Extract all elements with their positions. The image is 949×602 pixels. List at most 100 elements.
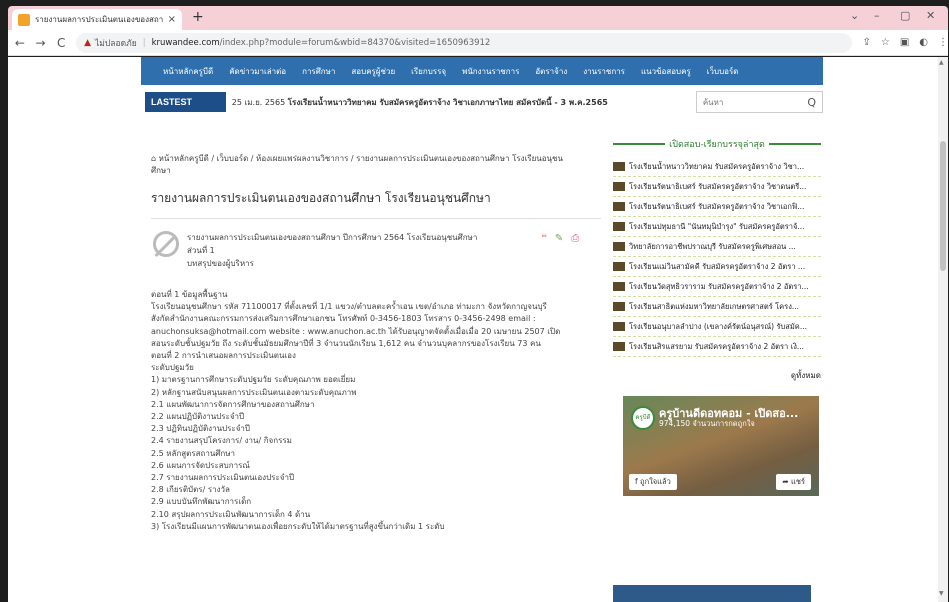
close-window-button[interactable]: ✕	[926, 9, 935, 22]
site-favicon-icon	[18, 13, 30, 26]
new-tab-button[interactable]: +	[192, 9, 204, 25]
post-line: 2.5 หลักสูตรสถานศึกษา	[151, 448, 236, 458]
post-actions: ❝ ✎ ⎙	[541, 233, 579, 244]
post-body: ตอนที่ 1 ข้อมูลพื้นฐาน โรงเรียนอนุชนศึกษ…	[151, 289, 601, 533]
post-line: 2.10 สรุปผลการประเมินพัฒนาการเด็ก 4 ด้าน	[151, 509, 311, 519]
thumbnail-icon	[613, 342, 625, 351]
menu-item-exam[interactable]: สอบครูผู้ช่วย	[343, 65, 403, 78]
browser-menu-icon[interactable]: ⋮	[938, 37, 948, 48]
latest-news-badge: LASTEST NEWS	[145, 92, 226, 127]
menu-item-education[interactable]: การศึกษา	[294, 65, 343, 78]
post-line: ตอนที่ 1 ข้อมูลพื้นฐาน	[151, 290, 228, 299]
menu-item-placement[interactable]: เรียกบรรจุ	[403, 65, 454, 78]
tab-title: รายงานผลการประเมินตนเองของสถาน	[35, 15, 163, 24]
menu-item-govt-jobs[interactable]: งานราชการ	[575, 65, 633, 78]
thumbnail-icon	[613, 162, 625, 171]
post-line: ระดับปฐมวัย	[151, 363, 194, 373]
search-input[interactable]	[702, 97, 803, 107]
breadcrumb-line[interactable]: ⌂ หน้าหลักครูบีดี / เว็บบอร์ด / ห้องเผยแ…	[151, 153, 601, 165]
list-item[interactable]: โรงเรียนรัตนาธิเบศร์ รับสมัครครูอัตราจ้า…	[613, 177, 821, 197]
warning-icon[interactable]: ▲	[84, 38, 91, 48]
menu-item-exam-guide[interactable]: แนวข้อสอบครู	[633, 65, 699, 78]
facebook-page-widget[interactable]: ครูบีดี ครูบ้านดีดอทคอม - เปิดสอ... 974,…	[623, 396, 819, 496]
list-item-label: โรงเรียนอนุบาลลำปาง (เขลางค์รัตน์อนุสรณ์…	[629, 321, 807, 331]
main-content: ⌂ หน้าหลักครูบีดี / เว็บบอร์ด / ห้องเผยแ…	[151, 153, 601, 531]
share-icon[interactable]: ⇪	[862, 37, 870, 48]
list-item[interactable]: โรงเรียนอนุบาลลำปาง (เขลางค์รัตน์อนุสรณ์…	[613, 317, 821, 337]
thumbnail-icon	[613, 322, 625, 331]
ticker-date: 25 เม.ย. 2565	[231, 97, 286, 107]
fb-like-count: 974,150 จำนวนการกดถูกใจ	[659, 419, 755, 428]
back-button[interactable]: ←	[11, 36, 29, 50]
job-list: โรงเรียนน้ำหนาววิทยาคม รับสมัครครูอัตราจ…	[613, 157, 821, 357]
extension-icon[interactable]: ▣	[900, 37, 909, 48]
scrollbar-thumb[interactable]	[940, 141, 946, 271]
page-scrollbar[interactable]: ▲ ▼	[938, 57, 948, 602]
see-all-link[interactable]: ดูทั้งหมด	[613, 369, 821, 382]
menu-item-webboard[interactable]: เว็บบอร์ด	[699, 65, 747, 78]
menu-item-home[interactable]: หน้าหลักครูบีดี	[155, 65, 221, 78]
post-header: รายงานผลการประเมินตนเองของสถานศึกษา ปีกา…	[187, 231, 477, 270]
post-line: ตอนที่ 2 การนำเสนอผลการประเมินตนเอง	[151, 351, 296, 361]
page-logo: ครูบีดี	[631, 406, 655, 430]
list-item[interactable]: โรงเรียนปทุมธานี "นันทมุนิบำรุง" รับสมัค…	[613, 217, 821, 237]
list-item-label: โรงเรียนสิรแสรยาม รับสมัครครูอัตราจ้าง 2…	[629, 341, 805, 351]
fb-share-button[interactable]: ➦ แชร์	[776, 474, 811, 490]
bookmark-star-icon[interactable]: ☆	[881, 37, 890, 48]
list-item-label: วิทยาลัยการอาชีพปราณบุรี รับสมัครครูพิเศ…	[629, 241, 796, 251]
list-item-label: โรงเรียนแม่วินสามัคคี รับสมัครครูอัตราจ้…	[629, 261, 806, 271]
minimize-button[interactable]: –	[874, 9, 880, 22]
list-item-label: โรงเรียนรัตนาธิเบศร์ รับสมัครครูอัตราจ้า…	[629, 181, 807, 191]
post-summary-title: บทสรุปของผู้บริหาร	[187, 259, 254, 268]
thumbnail-icon	[613, 182, 625, 191]
search-icon[interactable]: Q	[807, 96, 816, 109]
profile-avatar-icon[interactable]: ◐	[919, 37, 928, 48]
thumbnail-icon	[613, 202, 625, 211]
reload-button[interactable]: C	[52, 36, 70, 50]
tab-close-icon[interactable]: ×	[168, 14, 176, 25]
list-item[interactable]: วิทยาลัยการอาชีพปราณบุรี รับสมัครครูพิเศ…	[613, 237, 821, 257]
url-domain: kruwandee.com	[151, 37, 220, 48]
search-box: Q	[695, 91, 823, 113]
post-line: 2.3 ปฏิทินปฏิบัติงานประจำปี	[151, 424, 250, 434]
print-icon[interactable]: ⎙	[571, 233, 579, 244]
scroll-down-icon[interactable]: ▼	[939, 590, 944, 597]
list-item[interactable]: โรงเรียนแม่วินสามัคคี รับสมัครครูอัตราจ้…	[613, 257, 821, 277]
post-line: สังกัดสำนักงานคณะกรรมการส่งเสริมการศึกษา…	[151, 314, 536, 324]
fb-like-button[interactable]: f ถูกใจแล้ว	[629, 474, 677, 490]
browser-tab[interactable]: รายงานผลการประเมินตนเองของสถาน ×	[12, 9, 182, 30]
thumbnail-icon	[613, 302, 625, 311]
edit-icon[interactable]: ✎	[555, 233, 563, 244]
post-line: 2.1 แผนพัฒนาการจัดการศึกษาของสถานศึกษา	[151, 399, 315, 409]
list-item-label: โรงเรียนวัดสุทธิวราราม รับสมัครครูอัตราจ…	[629, 281, 809, 291]
list-item[interactable]: โรงเรียนวัดสุทธิวราราม รับสมัครครูอัตราจ…	[613, 277, 821, 297]
list-item[interactable]: โรงเรียนรัตนาธิเบศร์ รับสมัครครูอัตราจ้า…	[613, 197, 821, 217]
list-item[interactable]: โรงเรียนน้ำหนาววิทยาคม รับสมัครครูอัตราจ…	[613, 157, 821, 177]
title-divider	[151, 218, 601, 219]
ticker-headline-link[interactable]: 25 เม.ย. 2565 โรงเรียนน้ำหนาววิทยาคม รับ…	[232, 96, 632, 109]
menu-item-news[interactable]: คัดข่าวมาเล่าต่อ	[221, 65, 294, 78]
forward-button[interactable]: →	[32, 36, 50, 50]
page-viewport: หน้าหลักครูบีดี คัดข่าวมาเล่าต่อ การศึกษ…	[8, 57, 948, 602]
thumbnail-icon	[613, 242, 625, 251]
main-menu: หน้าหลักครูบีดี คัดข่าวมาเล่าต่อ การศึกษ…	[141, 57, 823, 85]
list-item[interactable]: โรงเรียนสาธิตแห่งมหาวิทยาลัยเกษตรศาสตร์ …	[613, 297, 821, 317]
list-item[interactable]: โรงเรียนสิรแสรยาม รับสมัครครูอัตราจ้าง 2…	[613, 337, 821, 357]
quote-icon[interactable]: ❝	[541, 233, 547, 244]
header-rule	[768, 143, 821, 145]
no-avatar-icon	[153, 231, 179, 257]
post-line: 2.4 รายงานสรุปโครงการ/ งาน/ กิจกรรม	[151, 436, 292, 446]
breadcrumb-line[interactable]: ศึกษา	[151, 165, 601, 177]
menu-item-contract[interactable]: อัตราจ้าง	[527, 65, 575, 78]
ticker-headline[interactable]: โรงเรียนน้ำหนาววิทยาคม รับสมัครครูอัตราจ…	[288, 98, 608, 107]
menu-item-govt-staff[interactable]: พนักงานราชการ	[454, 65, 527, 78]
tab-search-icon[interactable]: ⌄	[850, 9, 859, 22]
list-item-label: โรงเรียนสาธิตแห่งมหาวิทยาลัยเกษตรศาสตร์ …	[629, 301, 800, 311]
post-line: 2.6 แผนการจัดประสบการณ์	[151, 460, 250, 470]
url-field[interactable]: ▲ ไม่ปลอดภัย | kruwandee.com /index.php?…	[76, 32, 853, 53]
post-line: 3) โรงเรียนมีแผนการพัฒนาตนเองเพื่อยกระดั…	[151, 521, 445, 531]
post-line: 2.9 แบบบันทึกพัฒนาการเด็ก	[151, 497, 252, 507]
maximize-button[interactable]: ▢	[900, 9, 910, 22]
news-ticker: LASTEST NEWS 25 เม.ย. 2565 โรงเรียนน้ำหน…	[141, 90, 823, 127]
scroll-up-icon[interactable]: ▲	[939, 59, 944, 66]
